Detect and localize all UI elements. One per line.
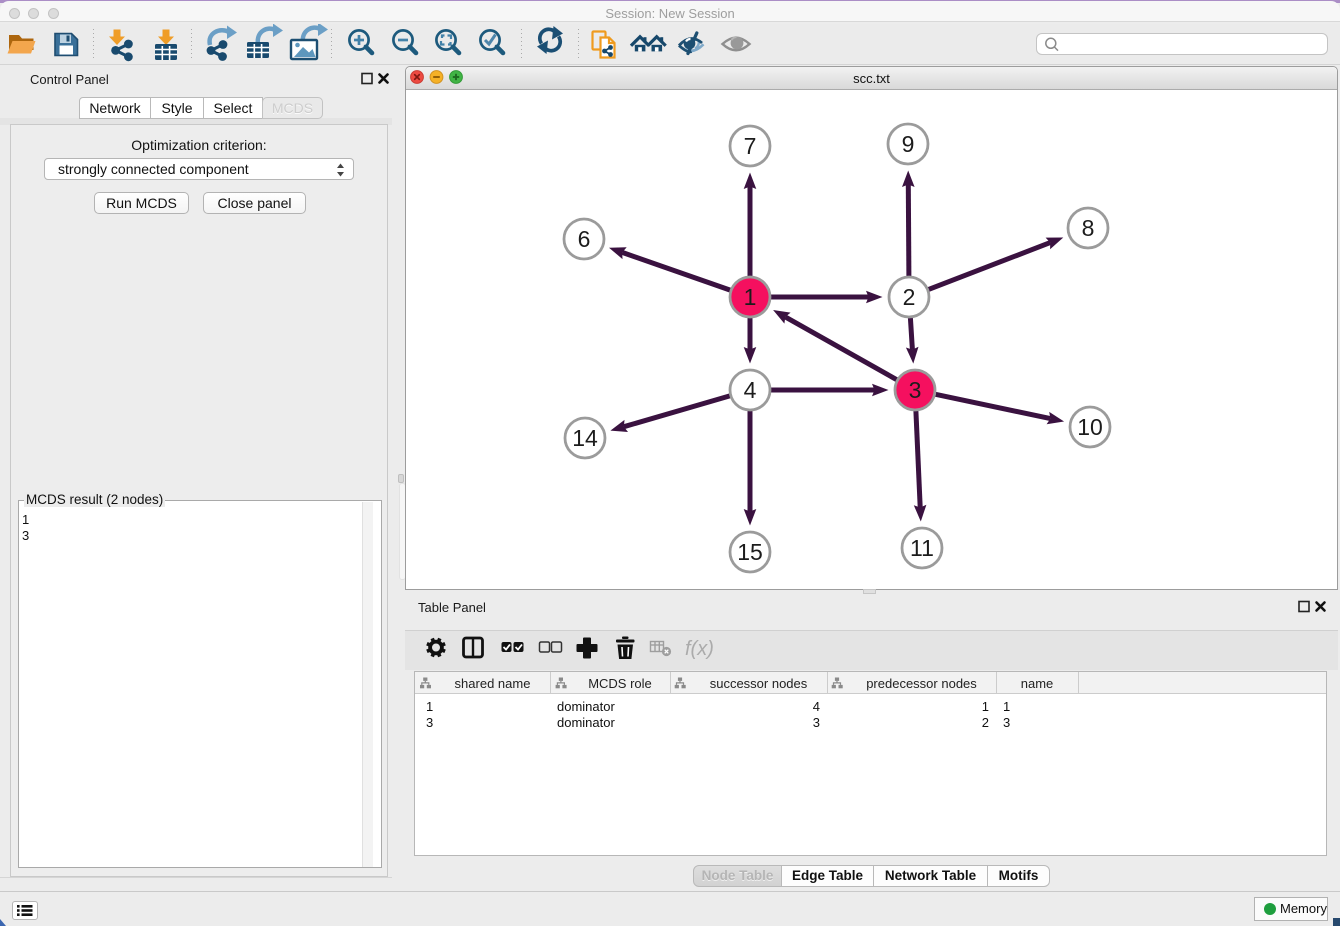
svg-text:1: 1 bbox=[744, 284, 757, 310]
svg-text:11: 11 bbox=[910, 535, 934, 561]
svg-text:9: 9 bbox=[902, 131, 915, 157]
svg-text:3: 3 bbox=[909, 377, 922, 403]
svg-text:2: 2 bbox=[903, 284, 916, 310]
svg-text:10: 10 bbox=[1077, 414, 1103, 440]
svg-text:8: 8 bbox=[1082, 215, 1095, 241]
svg-text:15: 15 bbox=[737, 539, 763, 565]
svg-text:7: 7 bbox=[744, 133, 757, 159]
svg-text:6: 6 bbox=[578, 226, 591, 252]
svg-text:f(x): f(x) bbox=[685, 638, 714, 660]
svg-text:4: 4 bbox=[744, 377, 757, 403]
svg-text:14: 14 bbox=[572, 425, 598, 451]
